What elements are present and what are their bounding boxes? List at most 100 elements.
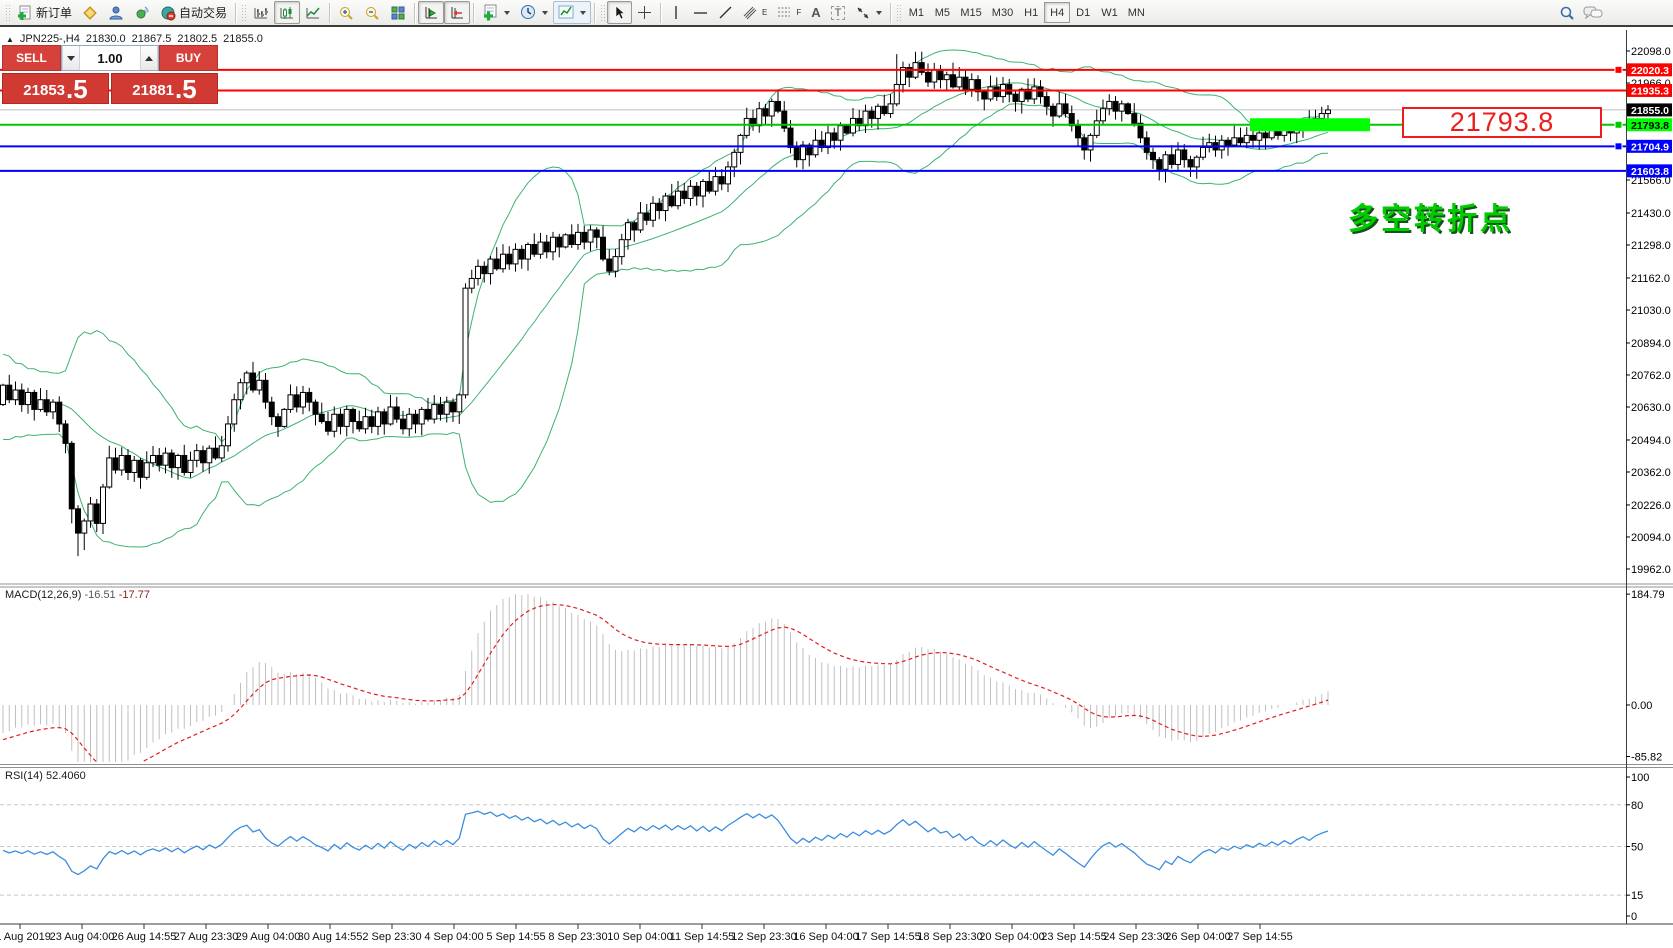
time-tick-label: 24 Sep 23:30 [1103,931,1168,943]
symbol-period-label: JPN225-,H4 [20,33,80,45]
sell-price-main: 21853 [23,80,65,102]
periods-button[interactable] [515,1,553,24]
timeframe-button-MN[interactable]: MN [1123,2,1150,23]
bar-chart-button[interactable] [248,1,274,24]
macd-axis: 184.790.00-85.82 [1626,589,1665,763]
caret-icon [580,11,586,15]
timeframe-button-D1[interactable]: D1 [1070,2,1096,23]
price-tick-label: 20630.0 [1631,402,1671,414]
trendline-icon [718,5,733,20]
market-watch-button[interactable] [77,1,103,24]
timeframe-button-H1[interactable]: H1 [1018,2,1044,23]
auto-scroll-button[interactable] [418,1,444,24]
timeframe-button-M15[interactable]: M15 [955,2,986,23]
price-tick-label: 20762.0 [1631,370,1671,382]
auto-trading-button[interactable]: 自动交易 [155,1,232,24]
price-tick-label: 21162.0 [1631,273,1670,285]
price-tick-label: 20094.0 [1631,532,1671,544]
chart-canvas[interactable]: 22098.021966.021566.021430.021298.021162… [0,29,1673,948]
indicators-button[interactable] [553,1,591,24]
buy-price-pips: .5 [175,76,197,102]
zoom-in-button[interactable] [333,1,359,24]
price-tick-label: 20362.0 [1631,467,1671,479]
volume-decrease-button[interactable] [62,46,80,70]
search-icon[interactable] [1559,5,1575,21]
macd-signal-value: -17.77 [119,589,150,601]
line-chart-icon [305,5,321,21]
macd-indicator-label: MACD(12,26,9) -16.51 -17.77 [5,589,150,601]
macd-histogram [3,594,1328,791]
timeframe-button-M5[interactable]: M5 [929,2,955,23]
svg-text:15: 15 [1631,890,1643,902]
arrows-tool[interactable] [850,1,887,24]
horizontal-line-tool[interactable] [688,1,713,24]
timeframe-button-M30[interactable]: M30 [987,2,1018,23]
volume-input[interactable] [80,46,140,70]
volume-increase-button[interactable] [140,46,158,70]
time-tick-label: 27 Aug 23:30 [174,931,239,943]
time-tick-label: 2 Sep 23:30 [362,931,421,943]
time-tick-label: 26 Sep 04:00 [1165,931,1230,943]
time-tick-label: 20 Sep 04:00 [979,931,1044,943]
high-value: 21867.5 [132,33,172,45]
zoom-out-icon [364,5,380,21]
buy-price-display[interactable]: 21881 .5 [111,73,218,104]
signals-button[interactable] [129,1,155,24]
chinese-annotation[interactable]: 多空转折点 [1348,194,1513,238]
time-tick-label: 18 Sep 23:30 [917,931,982,943]
new-order-button[interactable]: 新订单 [12,1,77,24]
horizontal-line-icon [693,6,708,20]
svg-text:50: 50 [1631,842,1643,854]
vertical-line-tool[interactable] [664,1,688,24]
equidistant-channel-tool[interactable]: E [738,1,772,24]
price-label-22020.3: 22020.3 [1631,65,1669,77]
crosshair-button[interactable] [632,1,657,24]
chat-icon[interactable] [1583,5,1603,21]
tile-windows-button[interactable] [385,1,411,24]
indicators-icon [558,4,575,21]
highlight-zone-bar[interactable] [1250,118,1370,131]
signal-icon [134,5,150,21]
price-callout-box[interactable]: 21793.8 [1402,107,1602,138]
timeframe-button-H4[interactable]: H4 [1044,2,1070,23]
scroll-group [418,0,470,26]
crosshair-icon [637,5,652,20]
text-label-tool[interactable]: T [826,1,851,24]
svg-text:100: 100 [1631,772,1649,784]
buy-button[interactable]: BUY [159,45,218,71]
cursor-button[interactable] [607,1,632,24]
line-chart-button[interactable] [300,1,326,24]
candles [1,52,1331,556]
sell-price-display[interactable]: 21853 .5 [2,73,109,104]
chart-ohlc-header: ▲ JPN225-,H4 21830.0 21867.5 21802.5 218… [6,33,263,45]
new-chart-button[interactable] [477,1,515,24]
one-click-trading-panel: SELL BUY 21853 .5 21881 .5 [2,45,218,104]
rsi-indicator-label: RSI(14) 52.4060 [5,770,86,782]
trendline-tool[interactable] [713,1,738,24]
gold-icon [82,5,98,21]
candlestick-chart-button[interactable] [274,1,300,24]
time-tick-label: 29 Aug 04:00 [236,931,301,943]
zoom-in-icon [338,5,354,21]
timeframe-button-W1[interactable]: W1 [1096,2,1123,23]
sell-button[interactable]: SELL [2,45,61,71]
price-label-21935.3: 21935.3 [1631,85,1669,97]
text-tool[interactable]: A [806,1,825,24]
rsi-line [3,811,1328,874]
channel-icon [743,5,759,20]
timeframe-group: M1M5M15M30H1H4D1W1MN [903,0,1149,26]
time-tick-label: 30 Aug 14:55 [298,931,363,943]
chart-shift-button[interactable] [444,1,470,24]
collapse-triangle-icon[interactable]: ▲ [6,35,14,44]
price-tick-label: 22098.0 [1631,46,1671,58]
candlestick-icon [279,5,295,21]
price-tick-label: 21030.0 [1631,305,1671,317]
fibonacci-tool[interactable]: F [772,1,806,24]
timeframe-button-M1[interactable]: M1 [903,2,929,23]
zoom-group [333,0,411,26]
svg-text:0.00: 0.00 [1631,700,1652,712]
price-tick-label: 20894.0 [1631,338,1671,350]
community-button[interactable] [103,1,129,24]
zoom-out-button[interactable] [359,1,385,24]
time-tick-label: 17 Sep 14:55 [855,931,920,943]
